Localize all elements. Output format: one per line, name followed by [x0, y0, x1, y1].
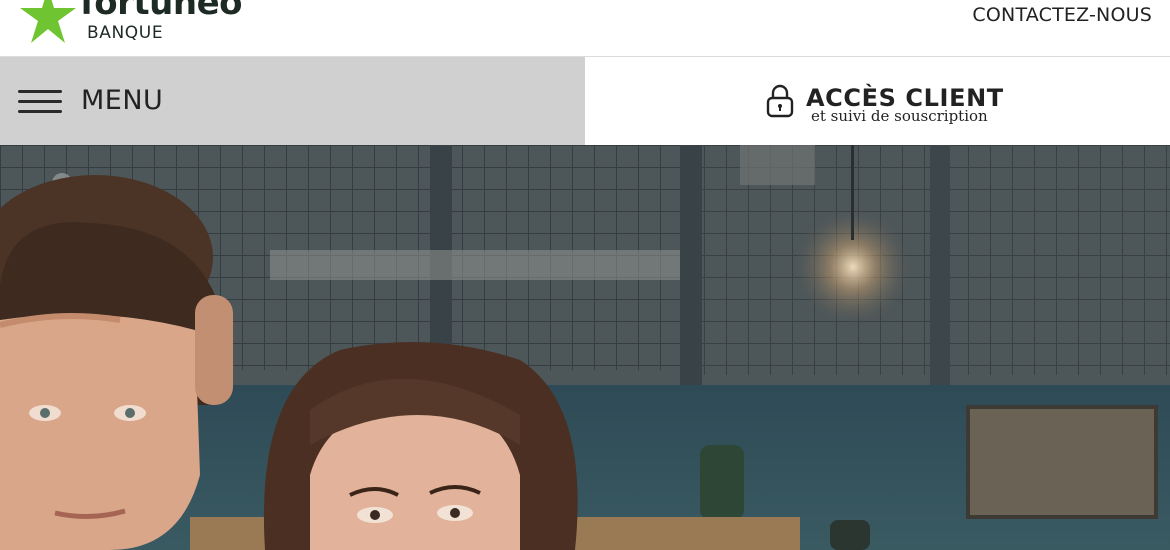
nav-bar: MENU ACCÈS CLIENT et suivi de souscripti…	[0, 57, 1170, 145]
fortuneo-logo[interactable]: fortuneo BANQUE	[18, 0, 258, 56]
top-header: fortuneo BANQUE CONTACTEZ-NOUS	[0, 0, 1170, 57]
contact-link[interactable]: CONTACTEZ-NOUS	[972, 4, 1152, 26]
page: fortuneo BANQUE CONTACTEZ-NOUS MENU ACCÈ…	[0, 0, 1170, 550]
menu-label: MENU	[81, 85, 164, 116]
logo-subtitle: BANQUE	[87, 23, 164, 43]
menu-button[interactable]: MENU	[0, 57, 585, 145]
client-access-subtitle: et suivi de souscription	[811, 107, 988, 125]
client-access-button[interactable]: ACCÈS CLIENT et suivi de souscription	[585, 57, 1170, 145]
star-logo-icon	[20, 0, 76, 43]
lock-icon	[766, 84, 794, 118]
logo-wordmark: fortuneo	[80, 0, 243, 23]
hero-banner	[0, 145, 1170, 550]
hero-photo	[0, 145, 1170, 550]
hamburger-icon	[18, 90, 62, 114]
